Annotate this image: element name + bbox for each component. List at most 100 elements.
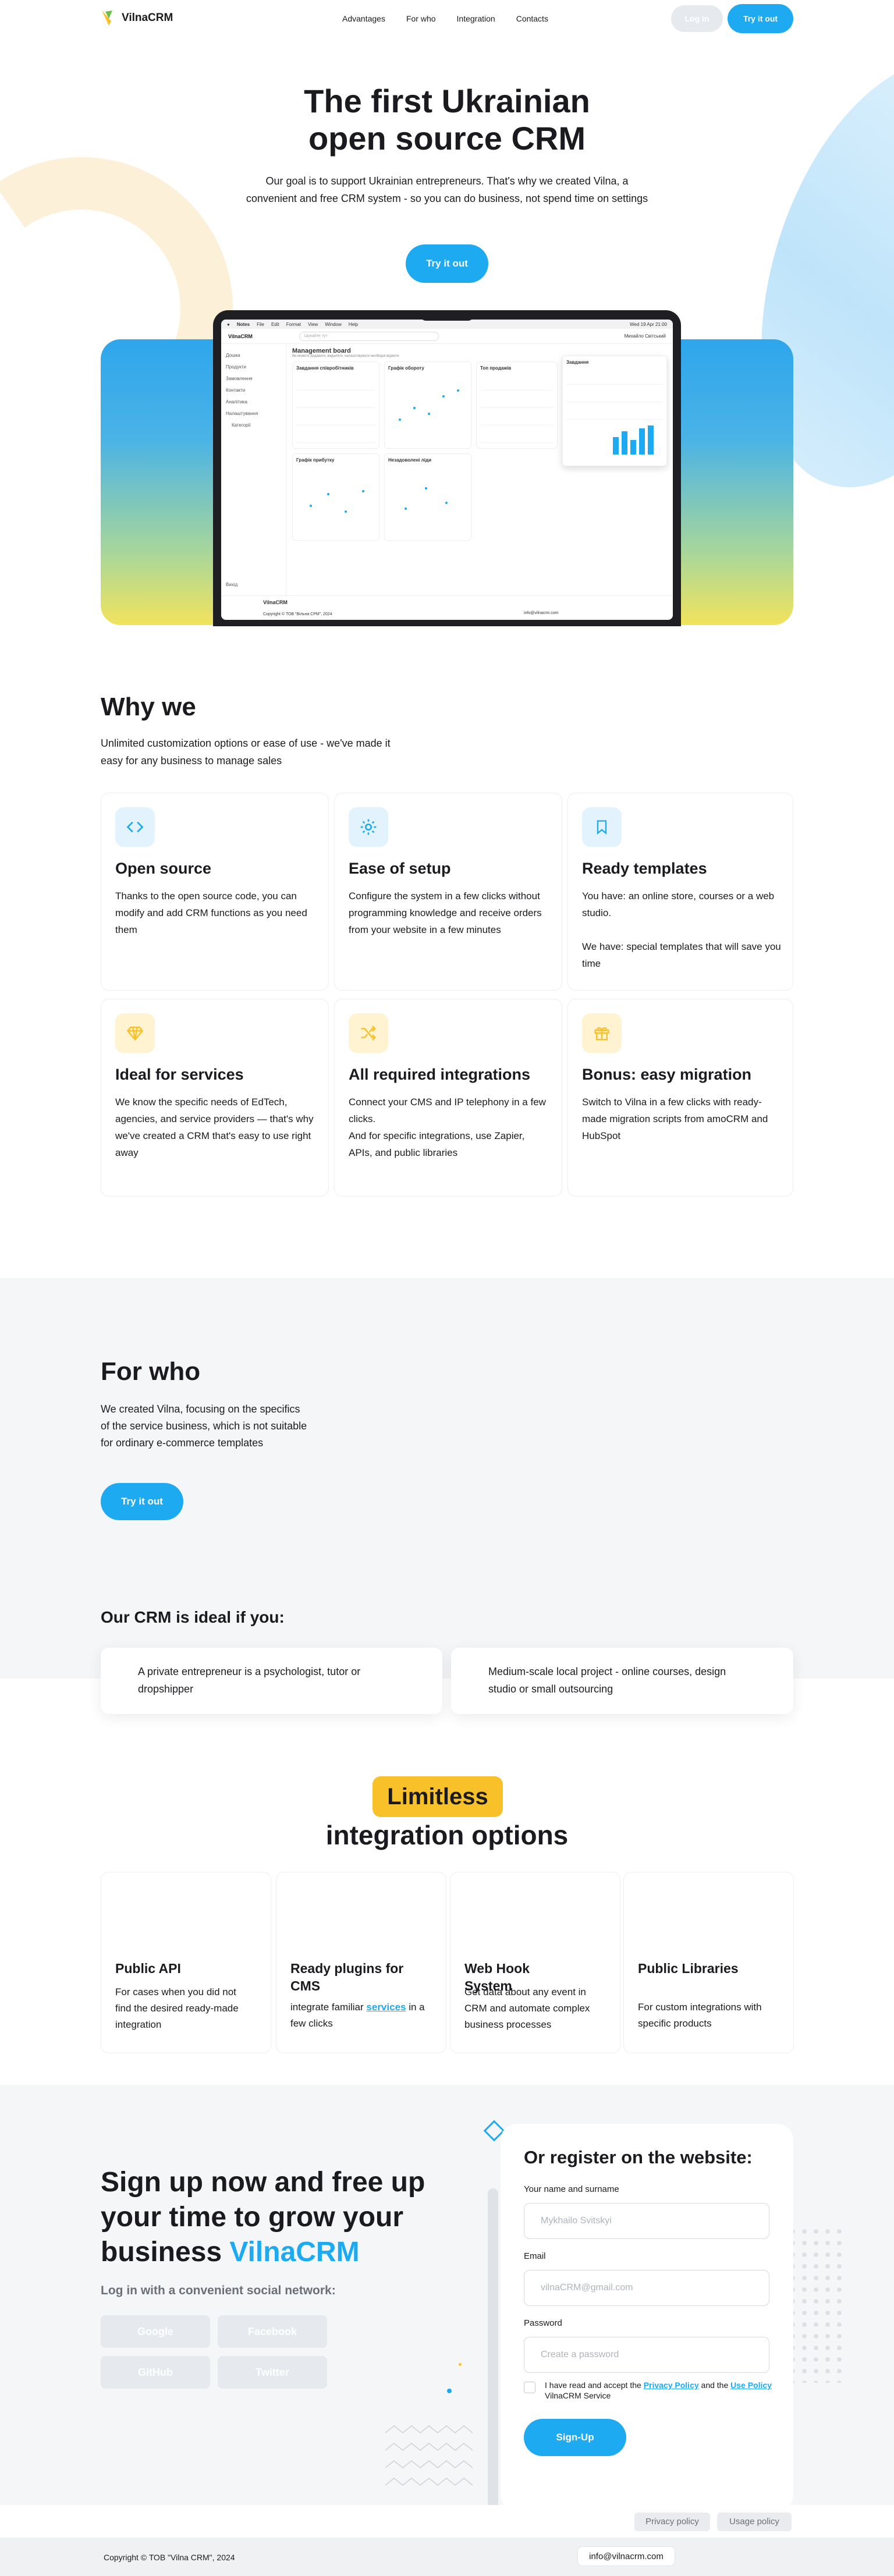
panel-title: Завдання співробітників [296,366,354,371]
card-title: Ease of setup [349,860,451,877]
card-easy-migration: Bonus: easy migration Switch to Vilna in… [567,999,793,1197]
footer-email[interactable]: info@vilnacrm.com [577,2546,675,2566]
logo[interactable]: VilnaCRM [101,8,173,28]
card-text: Configure the system in a few clicks wit… [349,890,542,935]
terms-part: VilnaCRM Service [545,2391,611,2400]
panel-tasks: Завдання співробітників [292,361,379,449]
code-icon [115,807,155,847]
why-title: Why we [101,693,196,721]
gift-icon [582,1013,622,1053]
use-policy-link[interactable]: Use Policy [730,2380,772,2390]
panel-title: Завдання [566,360,589,365]
social-label: Log in with a convenient social network: [101,2284,336,2297]
shuffle-icon [349,1013,388,1053]
terms-part: and the [701,2380,729,2390]
try-it-out-hero-button[interactable]: Try it out [406,244,488,283]
mac-menu-item: Help [348,321,359,327]
panel-title: Незадоволені ліди [388,457,432,463]
hero-title: The first Ukrainian open source CRM [0,83,894,157]
for-who-title: For who [101,1357,201,1386]
app-footer-logo: VilnaCRM [263,599,288,605]
twitter-button[interactable]: Twitter [218,2356,327,2389]
board-title: Management board [292,347,351,354]
limitless-badge: Limitless [372,1776,503,1817]
terms-checkbox[interactable] [524,2382,535,2393]
card-integrations: All required integrations Connect your C… [334,999,562,1197]
card-title: Bonus: easy migration [582,1066,752,1083]
terms-part: I have read and accept the [545,2380,641,2390]
usage-policy-button[interactable]: Usage policy [717,2513,792,2531]
privacy-policy-link[interactable]: Privacy Policy [644,2380,699,2390]
app-sidebar: Дошка Продукти Замовлення Контакти Аналі… [221,344,286,595]
services-link[interactable]: services [366,2002,406,2013]
register-form: Or register on the website: Your name an… [501,2124,793,2511]
ideal-card-medium: Medium-scale local project - online cour… [451,1648,793,1714]
github-button[interactable]: GitHub [101,2356,210,2389]
app-sidebar-item: Аналітика [226,399,247,405]
card-open-source: Open source Thanks to the open source co… [101,793,329,991]
mac-clock: Wed 19 Apr 21:00 [630,321,667,327]
bookmark-icon [582,807,622,847]
policy-bar: Privacy policy Usage policy [0,2505,894,2538]
signup-title: Sign up now and free up your time to gro… [101,2165,427,2270]
hero-subtitle: Our goal is to support Ukrainian entrepr… [246,175,648,204]
panel-title: Графік прибутку [296,457,335,463]
dots-decoration [787,2226,845,2383]
for-who-text: We created Vilna, focusing on the specif… [101,1403,307,1449]
gear-icon [349,807,388,847]
main-nav: Advantages For who Integration Contacts [342,14,548,23]
ideal-card-private: A private entrepreneur is a psychologist… [101,1648,442,1714]
login-button[interactable]: Log in [671,5,723,32]
card-title: All required integrations [349,1066,531,1083]
panel-top-sales: Топ продажів [476,361,558,449]
try-it-out-for-who-button[interactable]: Try it out [101,1483,183,1520]
footer: Copyright © ТОВ "Vilna CRM", 2024 info@v… [0,2538,894,2576]
mac-menu-item: File [257,321,264,327]
nav-advantages[interactable]: Advantages [342,14,385,23]
footer-copyright: Copyright © ТОВ "Vilna CRM", 2024 [104,2553,235,2562]
crm-screenshot: ● Notes File Edit Format View Window Hel… [221,320,673,620]
google-button[interactable]: Google [101,2315,210,2348]
integ-card-webhook: Web Hook System Get data about any event… [450,1872,620,2053]
panel-tasks-popup: Завдання [562,356,667,466]
integ-card-title: Public Libraries [638,1961,739,1976]
card-text: We know the specific needs of EdTech, ag… [115,1097,314,1158]
password-input[interactable] [524,2337,769,2373]
card-text: Thanks to the open source code, you can … [115,890,307,935]
panel-title: Графік обороту [388,366,424,371]
email-label: Email [524,2251,546,2261]
integ-card-text: For cases when you did not find the desi… [115,1986,239,2030]
card-title: Ideal for services [115,1066,244,1083]
panel-turnover: Графік обороту [384,361,471,449]
site-header: VilnaCRM Advantages For who Integration … [0,0,894,38]
integ-card-public-api: Public API For cases when you did not fi… [101,1872,271,2053]
card-ready-templates: Ready templates You have: an online stor… [567,793,793,991]
tasks-bar-chart [613,425,654,455]
panel-leads: Незадоволені ліди [384,453,471,541]
name-label: Your name and surname [524,2184,619,2194]
privacy-policy-button[interactable]: Privacy policy [634,2513,710,2531]
why-subtitle: Unlimited customization options or ease … [101,737,391,767]
card-title: Ready templates [582,860,707,877]
card-text: Connect your CMS and IP telephony in a f… [349,1097,546,1158]
app-sidebar-item: Категорії [232,423,251,428]
app-user-name: Михайло Світський [624,333,666,339]
nav-for-who[interactable]: For who [406,14,436,23]
profit-scatter [310,490,364,513]
apple-icon: ● [227,321,230,327]
nav-contacts[interactable]: Contacts [516,14,548,23]
form-title: Or register on the website: [524,2147,753,2167]
email-input[interactable] [524,2270,769,2306]
card-text: Switch to Vilna in a few clicks with rea… [582,1097,768,1141]
turnover-scatter [399,389,459,421]
signup-button[interactable]: Sign-Up [524,2419,626,2456]
name-input[interactable] [524,2203,769,2239]
facebook-button[interactable]: Facebook [218,2315,327,2348]
card-ease-of-setup: Ease of setup Configure the system in a … [334,793,562,991]
nav-integration[interactable]: Integration [457,14,495,23]
integ-text-part: integrate familiar [290,2002,364,2013]
app-sidebar-exit: Вихід [226,582,238,587]
dot-decoration [447,2389,452,2393]
integ-card-plugins: Ready plugins for CMS integrate familiar… [276,1872,446,2053]
try-it-out-header-button[interactable]: Try it out [728,4,793,33]
